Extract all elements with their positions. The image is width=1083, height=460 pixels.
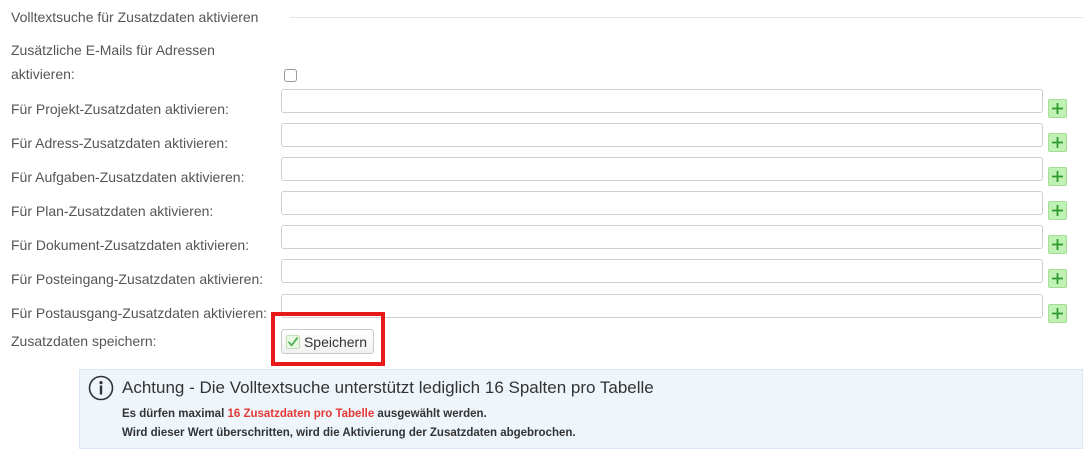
add-button-aufgaben[interactable]: [1048, 167, 1067, 186]
add-button-dokument[interactable]: [1048, 235, 1067, 254]
add-button-projekt[interactable]: [1048, 99, 1067, 118]
field-label-aufgaben: Für Aufgaben-Zusatzdaten aktivieren:: [11, 169, 245, 185]
save-button[interactable]: Speichern: [281, 329, 374, 354]
save-label: Zusatzdaten speichern:: [11, 333, 157, 349]
email-option-label-line1: Zusätzliche E-Mails für Adressen: [11, 42, 215, 58]
notice-line2: Wird dieser Wert überschritten, wird die…: [122, 427, 576, 439]
plus-icon: [1052, 103, 1063, 114]
add-button-plan[interactable]: [1048, 201, 1067, 220]
check-icon: [286, 334, 300, 349]
add-button-postausgang[interactable]: [1048, 304, 1067, 323]
plus-icon: [1052, 239, 1063, 250]
notice-box: Achtung - Die Volltextsuche unterstützt …: [79, 369, 1083, 449]
field-label-plan: Für Plan-Zusatzdaten aktivieren:: [11, 203, 214, 219]
email-option-checkbox[interactable]: [284, 69, 297, 82]
field-label-dokument: Für Dokument-Zusatzdaten aktivieren:: [11, 237, 250, 253]
fieldset-divider: [290, 17, 1083, 18]
field-input-postausgang[interactable]: [281, 294, 1043, 318]
plus-icon: [1052, 308, 1063, 319]
field-label-adress: Für Adress-Zusatzdaten aktivieren:: [11, 135, 229, 151]
plus-icon: [1052, 171, 1063, 182]
field-input-plan[interactable]: [281, 191, 1043, 215]
fieldset-header: Volltextsuche für Zusatzdaten aktivieren: [0, 0, 1083, 36]
field-label-projekt: Für Projekt-Zusatzdaten aktivieren:: [11, 101, 229, 117]
info-icon: [88, 375, 114, 401]
field-input-aufgaben[interactable]: [281, 157, 1043, 181]
notice-title: Achtung - Die Volltextsuche unterstützt …: [122, 378, 654, 397]
notice-highlight: 16 Zusatzdaten pro Tabelle: [227, 408, 375, 420]
field-input-adress[interactable]: [281, 123, 1043, 147]
email-option-label-line2: aktivieren:: [11, 66, 75, 82]
plus-icon: [1052, 137, 1063, 148]
field-input-dokument[interactable]: [281, 225, 1043, 249]
field-input-projekt[interactable]: [281, 89, 1043, 113]
notice-line1: Es dürfen maximal 16 Zusatzdaten pro Tab…: [122, 408, 487, 420]
field-label-posteingang: Für Posteingang-Zusatzdaten aktivieren:: [11, 271, 264, 287]
field-input-posteingang[interactable]: [281, 259, 1043, 283]
plus-icon: [1052, 205, 1063, 216]
add-button-posteingang[interactable]: [1048, 269, 1067, 288]
save-button-label: Speichern: [303, 333, 367, 350]
add-button-adress[interactable]: [1048, 133, 1067, 152]
section-legend: Volltextsuche für Zusatzdaten aktivieren: [11, 9, 269, 25]
field-label-postausgang: Für Postausgang-Zusatzdaten aktivieren:: [11, 305, 268, 321]
plus-icon: [1052, 273, 1063, 284]
